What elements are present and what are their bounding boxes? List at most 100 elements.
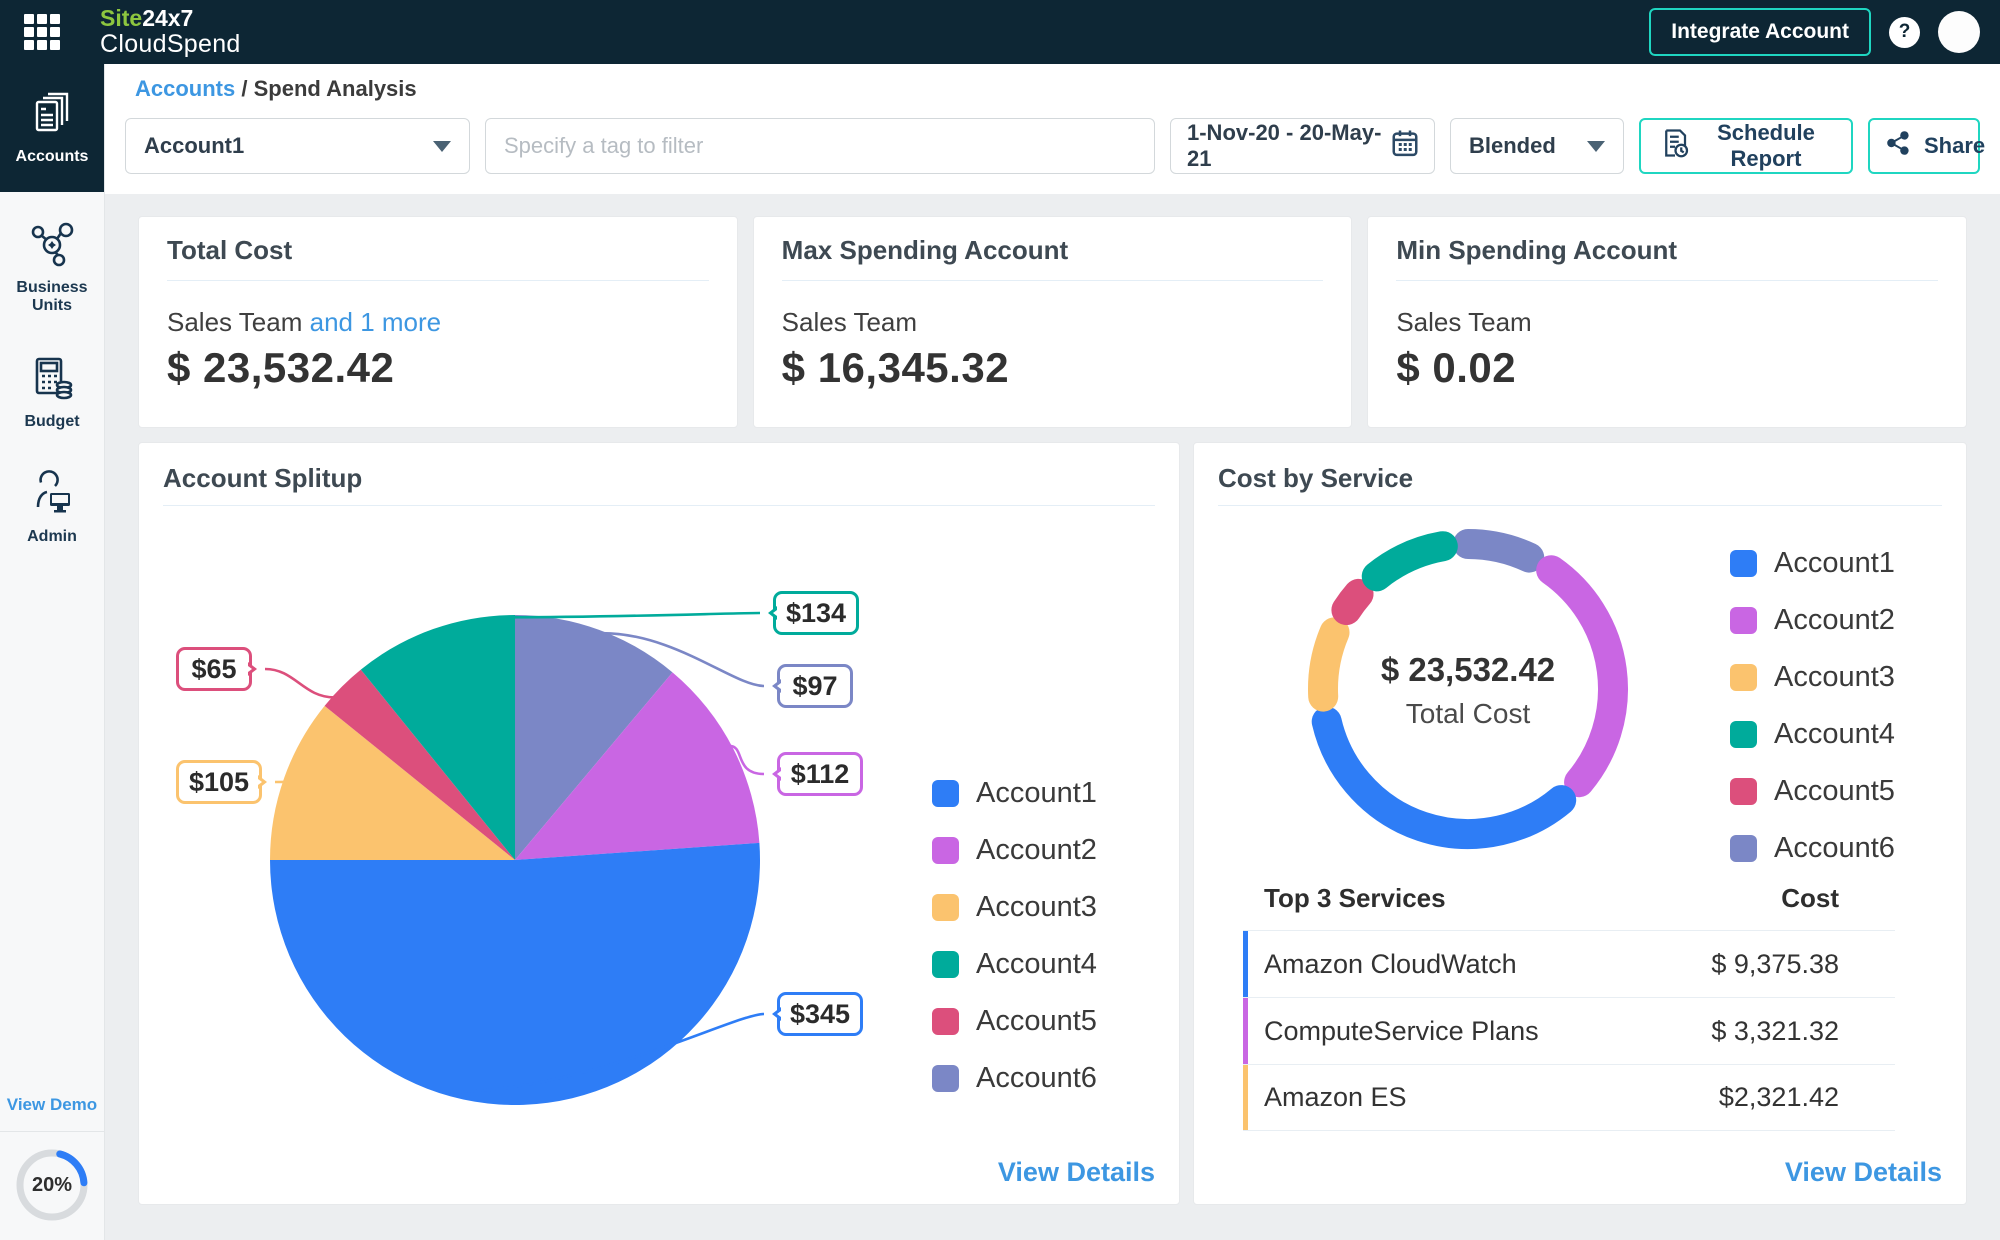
app-grid-icon[interactable] <box>24 14 60 50</box>
legend-swatch <box>932 894 959 921</box>
row-accent-bar <box>1243 998 1248 1064</box>
date-range-value: 1-Nov-20 - 20-May-21 <box>1187 120 1382 171</box>
view-demo-link[interactable]: View Demo <box>0 1095 104 1131</box>
chevron-down-icon <box>433 140 451 152</box>
legend-swatch <box>932 837 959 864</box>
stat-cards-row: Total Cost Sales Team and 1 more $ 23,53… <box>138 216 1968 428</box>
brand-logo: Site24x7 CloudSpend <box>100 6 241 58</box>
schedule-report-button[interactable]: Schedule Report <box>1639 118 1853 174</box>
account-select[interactable]: Account1 <box>125 118 470 174</box>
table-row: ComputeService Plans $ 3,321.32 <box>1243 997 1895 1064</box>
donut-center-value: $ 23,532.42 <box>1381 651 1555 688</box>
date-range-picker[interactable]: 1-Nov-20 - 20-May-21 <box>1170 118 1435 174</box>
entity-name: Sales Team <box>1396 307 1532 337</box>
filter-row: Account1 1-Nov-20 - 20-May-21 Blended <box>125 118 1985 174</box>
total-cost-card: Total Cost Sales Team and 1 more $ 23,53… <box>138 216 738 428</box>
share-button[interactable]: Share <box>1868 118 1985 174</box>
donut-segment-account2[interactable] <box>1536 555 1628 798</box>
and-more-link[interactable]: and 1 more <box>310 307 442 337</box>
card-title: Total Cost <box>167 235 293 265</box>
pie-leader-line-account4 <box>502 611 761 619</box>
legend-swatch <box>932 1065 959 1092</box>
pie-legend-item-account6[interactable]: Account6 <box>932 1062 1097 1095</box>
pie-value-callout-account2: $112 <box>777 752 863 796</box>
business-units-icon <box>28 220 76 273</box>
entity-name: Sales Team <box>781 307 918 337</box>
progress-percent-label: 20% <box>31 1173 73 1196</box>
sidebar-item-accounts[interactable]: Accounts <box>0 64 104 192</box>
donut-segment-account6[interactable] <box>1453 529 1545 573</box>
top-navbar: Site24x7 CloudSpend Integrate Account ? <box>0 0 2000 64</box>
integrate-account-button[interactable]: Integrate Account <box>1649 8 1871 56</box>
share-icon <box>1886 130 1912 162</box>
donut-legend-item-account2[interactable]: Account2 <box>1730 604 1895 637</box>
accounts-icon <box>28 89 76 142</box>
service-cost: $ 3,321.32 <box>1711 1015 1839 1046</box>
schedule-report-icon <box>1661 128 1689 164</box>
logo-24x7: 24x7 <box>142 5 194 32</box>
donut-segment-account3[interactable] <box>1308 617 1350 712</box>
donut-legend-item-account5[interactable]: Account5 <box>1730 775 1895 808</box>
account-splitup-chart: Account1 Account2 Account3 Account4 Account5… <box>139 507 1181 1206</box>
legend-swatch <box>932 1008 959 1035</box>
top-services-table: Top 3 Services Cost Amazon CloudWatch $ 9… <box>1243 883 1895 1131</box>
sidebar-item-admin[interactable]: Admin <box>0 459 104 556</box>
sidebar-item-label: Accounts <box>15 148 89 166</box>
sidebar-item-budget[interactable]: Budget <box>0 344 104 441</box>
cost-type-select[interactable]: Blended <box>1450 118 1624 174</box>
sidebar-item-label: Budget <box>24 412 80 430</box>
sidebar-item-business-units[interactable]: Business Units <box>0 210 104 326</box>
user-avatar[interactable] <box>1938 11 1980 53</box>
pie-value-callout-account3: $105 <box>176 760 262 804</box>
legend-swatch <box>1730 664 1757 691</box>
account-select-value: Account1 <box>144 133 245 158</box>
breadcrumb: Accounts / Spend Analysis <box>135 76 417 102</box>
legend-label: Account3 <box>1774 661 1895 693</box>
row-accent-bar <box>1243 931 1248 997</box>
legend-swatch <box>1730 721 1757 748</box>
pie-leader-line-account5 <box>264 667 335 699</box>
pie-legend-item-account3[interactable]: Account3 <box>932 891 1097 924</box>
calendar-icon <box>1390 128 1420 164</box>
total-cost-value: $ 23,532.42 <box>167 344 395 391</box>
donut-legend-item-account1[interactable]: Account1 <box>1730 547 1895 580</box>
view-details-link[interactable]: View Details <box>998 1157 1155 1188</box>
help-icon[interactable]: ? <box>1889 16 1920 48</box>
min-spending-card: Min Spending Account Sales Team $ 0.02 <box>1367 216 1968 428</box>
pie-legend-item-account4[interactable]: Account4 <box>932 948 1097 981</box>
card-title: Max Spending Account <box>781 235 1069 265</box>
tag-filter-input[interactable] <box>486 119 1154 173</box>
donut-legend-item-account4[interactable]: Account4 <box>1730 718 1895 751</box>
sidebar-item-label: Admin <box>27 528 77 546</box>
legend-label: Account5 <box>976 1005 1097 1037</box>
donut-legend-item-account3[interactable]: Account3 <box>1730 661 1895 694</box>
logo-product: CloudSpend <box>100 29 241 58</box>
main-content: Total Cost Sales Team and 1 more $ 23,53… <box>105 194 2000 1240</box>
pie-value-callout-account5: $65 <box>176 647 252 691</box>
breadcrumb-accounts-link[interactable]: Accounts <box>135 76 235 101</box>
pie-legend: Account1 Account2 Account3 Account4 Account5… <box>932 777 1097 1095</box>
cost-by-service-panel: Cost by Service $ 23,532.42 Total Cost Ac… <box>1193 442 1967 1205</box>
view-details-link[interactable]: View Details <box>1785 1157 1942 1188</box>
pie-slice-account1[interactable] <box>270 842 760 1106</box>
schedule-report-label: Schedule Report <box>1717 120 1815 171</box>
panel-title: Account Splitup <box>163 463 363 493</box>
legend-label: Account1 <box>1774 547 1895 579</box>
tag-filter-field <box>485 118 1155 174</box>
donut-legend-item-account6[interactable]: Account6 <box>1730 832 1895 865</box>
donut-segment-account1[interactable] <box>1311 706 1577 849</box>
service-name: Amazon ES <box>1264 1082 1407 1112</box>
max-spending-value: $ 16,345.32 <box>781 344 1010 391</box>
pie-legend-item-account2[interactable]: Account2 <box>932 834 1097 867</box>
legend-label: Account1 <box>976 777 1097 809</box>
pie-value-callout-account4: $134 <box>773 591 859 635</box>
donut-segment-account4[interactable] <box>1361 531 1458 592</box>
donut-segment-account5[interactable] <box>1331 578 1374 626</box>
share-label: Share <box>1924 133 1986 158</box>
pie-legend-item-account5[interactable]: Account5 <box>932 1005 1097 1038</box>
service-name: Amazon CloudWatch <box>1264 948 1517 979</box>
chevron-down-icon <box>1587 140 1605 152</box>
legend-swatch <box>932 780 959 807</box>
logo-site: Site <box>100 5 143 32</box>
pie-legend-item-account1[interactable]: Account1 <box>932 777 1097 810</box>
